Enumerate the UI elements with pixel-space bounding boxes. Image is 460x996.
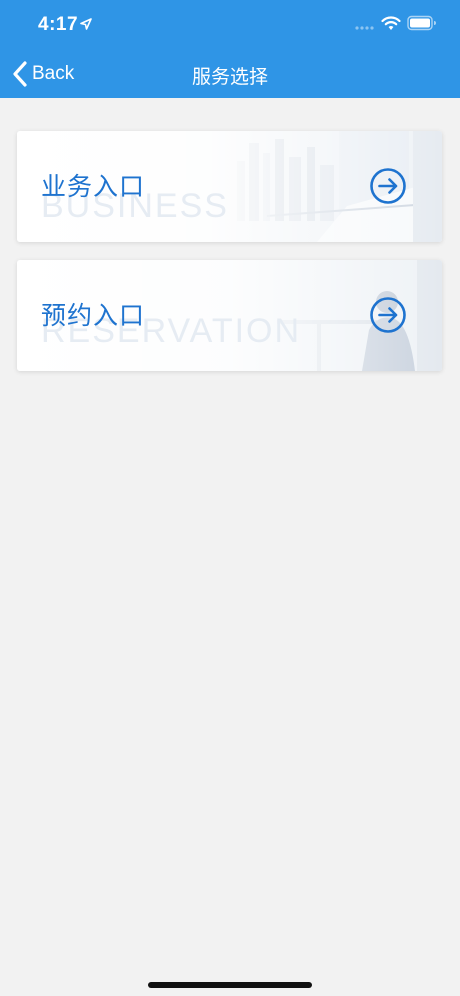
header: 4:17 Back 服务选择 xyxy=(0,0,460,98)
home-indicator[interactable] xyxy=(148,982,312,988)
reservation-entry-card[interactable]: RESERVATION 预约入口 xyxy=(17,260,442,371)
status-time: 4:17 xyxy=(38,14,79,35)
arrow-right-circle-icon[interactable] xyxy=(369,296,407,334)
cellular-signal-icon xyxy=(355,26,374,30)
battery-icon xyxy=(407,15,436,31)
wifi-icon xyxy=(381,16,401,30)
navigation-bar: Back 服务选择 xyxy=(0,50,460,98)
location-arrow-icon xyxy=(80,18,92,30)
arrow-right-circle-icon[interactable] xyxy=(369,167,407,205)
business-entry-card[interactable]: BUSINESS 业务入口 xyxy=(17,131,442,242)
card-title: 业务入口 xyxy=(41,172,146,201)
page-title: 服务选择 xyxy=(191,67,268,88)
status-bar: 4:17 xyxy=(0,0,460,50)
card-title: 预约入口 xyxy=(41,301,146,330)
